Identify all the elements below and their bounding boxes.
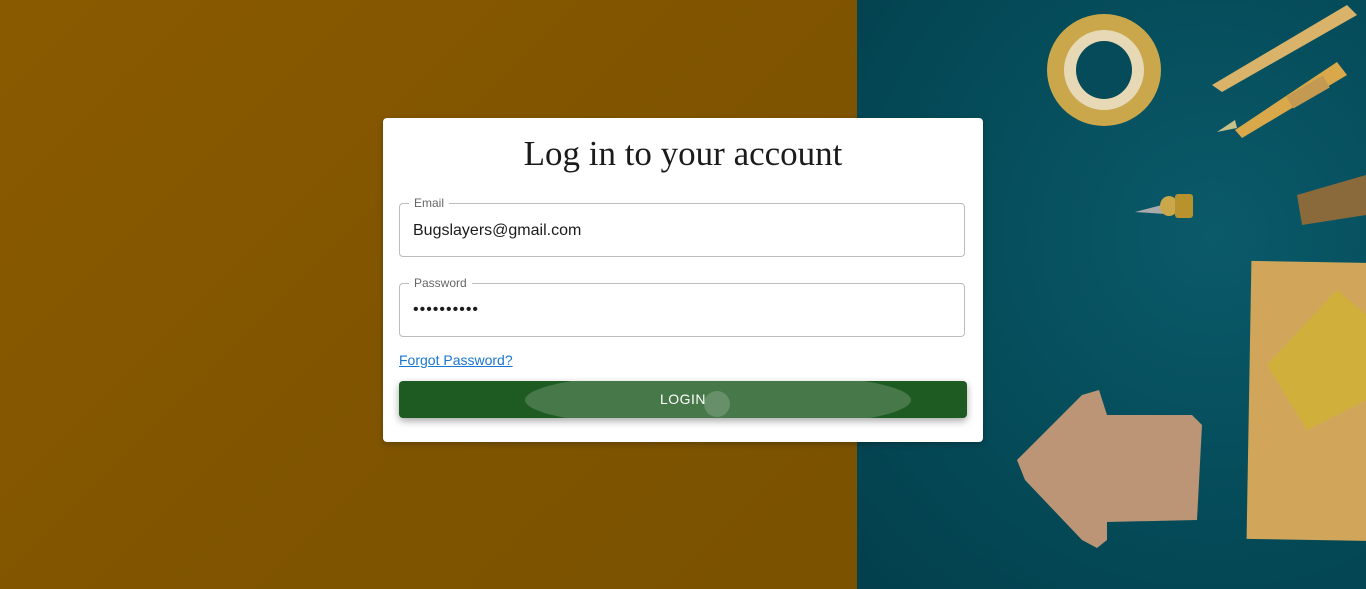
- password-label: Password: [409, 275, 472, 291]
- login-button-label: LOGIN: [659, 391, 707, 407]
- password-input[interactable]: ••••••••••: [413, 300, 943, 320]
- button-ripple-center: [704, 391, 730, 417]
- page-title: Log in to your account: [523, 134, 843, 173]
- email-label: Email: [409, 195, 450, 211]
- password-field[interactable]: Password ••••••••••: [399, 275, 965, 337]
- login-button[interactable]: LOGIN: [399, 381, 967, 418]
- email-field[interactable]: Email: [399, 195, 965, 257]
- login-card: Log in to your account Email Password ••…: [383, 118, 983, 442]
- forgot-password-link[interactable]: Forgot Password?: [399, 351, 513, 369]
- email-input[interactable]: [413, 221, 943, 241]
